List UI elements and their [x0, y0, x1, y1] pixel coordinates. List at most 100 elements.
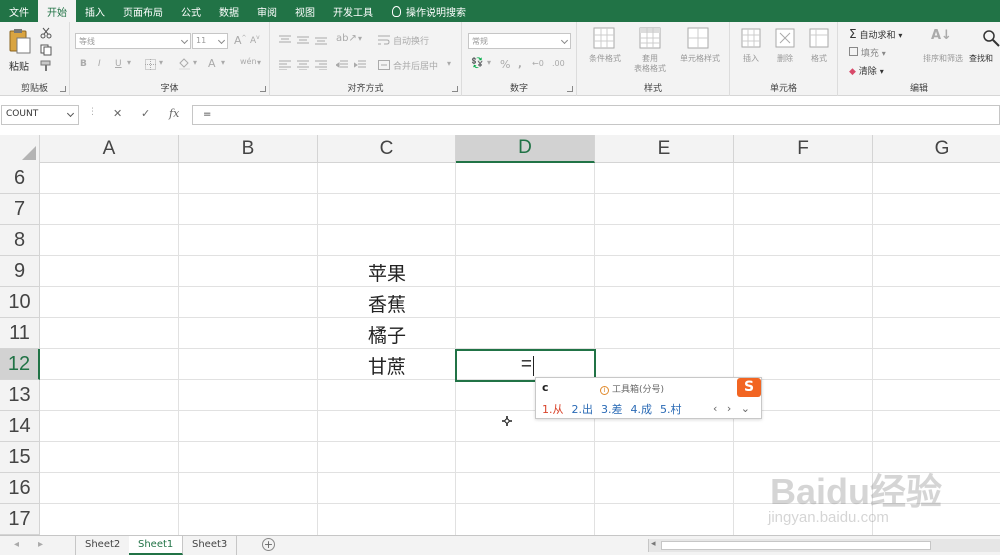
column-header-d[interactable]: D [456, 135, 595, 163]
formula-input[interactable]: = [192, 105, 1000, 125]
sheet-tab-sheet3[interactable]: Sheet3 [183, 536, 238, 555]
row-header-13[interactable]: 13 [0, 380, 40, 411]
cancel-entry-button[interactable]: ✕ [113, 107, 122, 120]
italic-button[interactable]: I [98, 59, 101, 69]
number-format-select[interactable]: 常规 [468, 33, 571, 49]
comma-style-icon[interactable]: , [518, 59, 522, 70]
cell-c11[interactable]: 橘子 [318, 321, 456, 348]
percent-button[interactable]: % [500, 58, 510, 71]
row-header-15[interactable]: 15 [0, 442, 40, 473]
row-header-8[interactable]: 8 [0, 225, 40, 256]
cut-icon[interactable] [40, 27, 52, 39]
paste-button[interactable]: 粘贴 [6, 28, 34, 73]
autosum-button[interactable]: Σ 自动求和 ▾ [849, 27, 902, 41]
ime-candidate[interactable]: 4.成 [631, 401, 653, 417]
format-cells-button[interactable]: 格式 [803, 54, 835, 64]
ime-toolbox-tip[interactable]: i 工具箱(分号) [600, 382, 664, 395]
name-box[interactable]: COUNT [1, 105, 79, 125]
scrollbar-thumb[interactable] [661, 541, 931, 550]
ime-candidate[interactable]: 1.从 [542, 401, 564, 417]
column-header-c[interactable]: C [318, 135, 456, 163]
conditional-formatting-button[interactable]: 条件格式 [580, 54, 630, 64]
column-header-e[interactable]: E [595, 135, 734, 163]
tab-developer[interactable]: 开发工具 [324, 0, 382, 22]
fill-button[interactable]: 填充 ▾ [849, 46, 886, 59]
ime-page-nav[interactable]: ‹ › ⌄ [713, 402, 753, 415]
tab-home[interactable]: 开始 [38, 0, 76, 22]
font-color-button[interactable]: A [208, 57, 216, 70]
decrease-decimal-icon[interactable]: .00 [552, 59, 565, 68]
row-header-14[interactable]: 14 [0, 411, 40, 442]
accounting-format-icon[interactable]: 💱 [471, 58, 483, 69]
tab-page-layout[interactable]: 页面布局 [114, 0, 172, 22]
sort-filter-button[interactable]: 排序和筛选 [916, 54, 970, 64]
ime-candidate[interactable]: 5.村 [660, 401, 682, 417]
cell-c10[interactable]: 香蕉 [318, 290, 456, 317]
increase-indent-icon[interactable] [354, 60, 366, 70]
tab-review[interactable]: 审阅 [248, 0, 286, 22]
tab-data[interactable]: 数据 [210, 0, 248, 22]
cell-c12[interactable]: 甘蔗 [318, 352, 456, 379]
increase-decimal-icon[interactable]: ←0 [532, 59, 544, 68]
align-bottom-icon[interactable] [315, 35, 327, 45]
decrease-font-icon[interactable]: Av [250, 34, 260, 46]
align-center-icon[interactable] [297, 60, 309, 70]
align-top-icon[interactable] [279, 35, 291, 45]
insert-cells-button[interactable]: 插入 [735, 54, 767, 64]
format-as-table-button[interactable]: 套用 表格格式 [627, 54, 673, 74]
orientation-icon[interactable]: ab↗ [336, 33, 357, 44]
sheet-tab-sheet1[interactable]: Sheet1 [129, 536, 184, 555]
row-header-10[interactable]: 10 [0, 287, 40, 318]
fill-color-icon[interactable] [178, 57, 191, 70]
find-select-button[interactable]: 查找和 [969, 54, 1000, 64]
tell-me-search[interactable]: 操作说明搜索 [382, 0, 466, 22]
add-sheet-button[interactable]: + [262, 538, 275, 551]
scroll-left-icon[interactable]: ◂ [14, 539, 19, 550]
cell-styles-button[interactable]: 单元格样式 [673, 54, 727, 64]
align-left-icon[interactable] [279, 60, 291, 70]
cell-c9[interactable]: 苹果 [318, 259, 456, 286]
tab-insert[interactable]: 插入 [76, 0, 114, 22]
enter-entry-button[interactable]: ✓ [141, 107, 150, 120]
column-header-g[interactable]: G [873, 135, 1000, 163]
row-header-16[interactable]: 16 [0, 473, 40, 504]
column-header-f[interactable]: F [734, 135, 873, 163]
bold-button[interactable]: B [80, 59, 87, 69]
scroll-right-icon[interactable]: ▸ [38, 539, 43, 550]
decrease-indent-icon[interactable] [336, 60, 348, 70]
format-painter-icon[interactable] [40, 60, 52, 72]
borders-icon[interactable] [145, 59, 156, 70]
row-header-17[interactable]: 17 [0, 504, 40, 535]
horizontal-scrollbar[interactable]: ◂ [648, 539, 1000, 552]
align-middle-icon[interactable] [297, 35, 309, 45]
underline-button[interactable]: U [115, 59, 122, 69]
font-launcher-icon[interactable] [260, 86, 266, 92]
insert-function-button[interactable]: fx [169, 107, 179, 120]
row-header-9[interactable]: 9 [0, 256, 40, 287]
select-all-button[interactable] [0, 135, 40, 163]
sheet-tab-sheet2[interactable]: Sheet2 [75, 536, 131, 555]
row-header-6[interactable]: 6 [0, 163, 40, 194]
column-header-a[interactable]: A [40, 135, 179, 163]
font-size-select[interactable]: 11 [192, 33, 228, 49]
phonetic-icon[interactable]: wén [240, 57, 257, 66]
scroll-left-arrow-icon[interactable]: ◂ [651, 539, 656, 549]
clipboard-launcher-icon[interactable] [60, 86, 66, 92]
row-header-12[interactable]: 12 [0, 349, 40, 380]
row-header-7[interactable]: 7 [0, 194, 40, 225]
merge-center-button[interactable]: 合并后居中 [393, 59, 438, 72]
tab-view[interactable]: 视图 [286, 0, 324, 22]
tab-formulas[interactable]: 公式 [172, 0, 210, 22]
alignment-launcher-icon[interactable] [452, 86, 458, 92]
wrap-text-button[interactable]: 自动换行 [393, 34, 429, 47]
number-launcher-icon[interactable] [567, 86, 573, 92]
increase-font-icon[interactable]: A^ [234, 34, 247, 47]
align-right-icon[interactable] [315, 60, 327, 70]
font-name-select[interactable]: 等线 [75, 33, 191, 49]
column-header-b[interactable]: B [179, 135, 318, 163]
copy-icon[interactable] [40, 44, 54, 56]
delete-cells-button[interactable]: 删除 [769, 54, 801, 64]
clear-button[interactable]: ◆ 清除 ▾ [849, 64, 884, 77]
row-header-11[interactable]: 11 [0, 318, 40, 349]
ime-candidate[interactable]: 3.差 [601, 401, 623, 417]
